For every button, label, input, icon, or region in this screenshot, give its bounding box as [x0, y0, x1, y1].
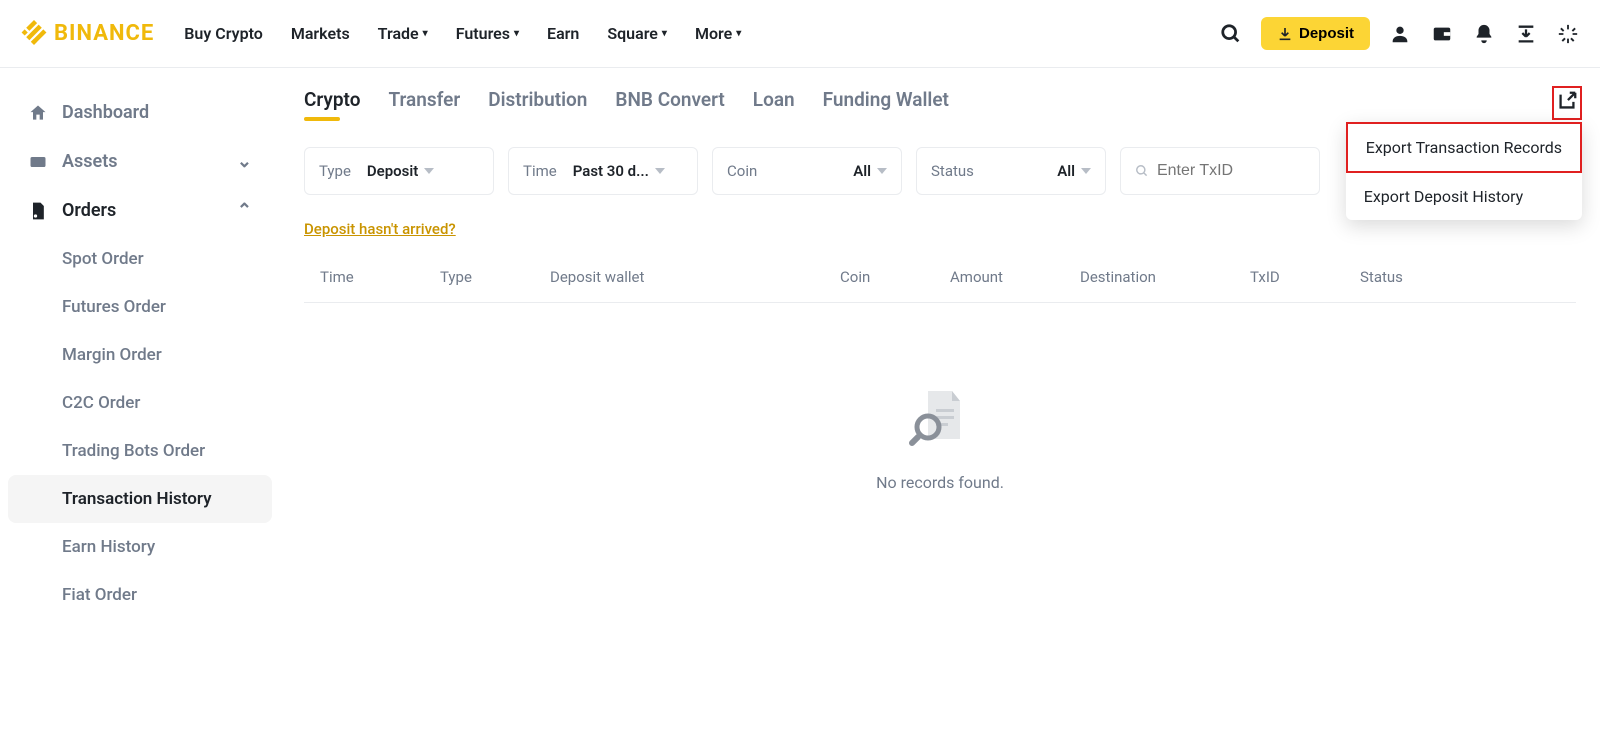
tab-crypto[interactable]: Crypto [304, 88, 360, 119]
col-time: Time [320, 268, 440, 286]
tab-distribution[interactable]: Distribution [488, 88, 587, 119]
sidebar-sub-spot[interactable]: Spot Order [0, 235, 280, 283]
nav-trade[interactable]: Trade▾ [378, 24, 428, 43]
top-header: BINANCE Buy Crypto Markets Trade▾ Future… [0, 0, 1600, 68]
brand-logo[interactable]: BINANCE [20, 20, 154, 48]
empty-state: No records found. [304, 303, 1576, 572]
card-icon [28, 152, 48, 172]
sidebar-sub-earn[interactable]: Earn History [0, 523, 280, 571]
home-icon [28, 103, 48, 123]
nav-buy-crypto[interactable]: Buy Crypto [184, 24, 263, 43]
download-icon [1277, 26, 1293, 42]
col-status: Status [1360, 268, 1440, 286]
tab-loan[interactable]: Loan [753, 88, 795, 119]
nav-more[interactable]: More▾ [695, 24, 741, 43]
caret-down-icon [1081, 168, 1091, 174]
sidebar-sub-c2c[interactable]: C2C Order [0, 379, 280, 427]
export-deposit-history[interactable]: Export Deposit History [1346, 173, 1582, 220]
chevron-up-icon: ⌃ [237, 200, 252, 221]
chevron-down-icon: ▾ [736, 28, 741, 39]
col-dest: Destination [1080, 268, 1250, 286]
caret-down-icon [424, 168, 434, 174]
sidebar: Dashboard Assets ⌄ Orders ⌃ Spot Order F… [0, 68, 280, 639]
table-header: Time Type Deposit wallet Coin Amount Des… [304, 238, 1576, 303]
filter-time[interactable]: Time Past 30 d... [508, 147, 698, 195]
search-icon [1135, 163, 1149, 179]
chevron-down-icon: ▾ [662, 28, 667, 39]
sidebar-sub-bots[interactable]: Trading Bots Order [0, 427, 280, 475]
sidebar-item-assets[interactable]: Assets ⌄ [0, 137, 280, 186]
sidebar-sub-margin[interactable]: Margin Order [0, 331, 280, 379]
deposit-not-arrived-link[interactable]: Deposit hasn't arrived? [304, 220, 456, 238]
chevron-down-icon: ▾ [514, 28, 519, 39]
sidebar-item-orders[interactable]: Orders ⌃ [0, 186, 280, 235]
col-wallet: Deposit wallet [550, 268, 840, 286]
caret-down-icon [655, 168, 665, 174]
filter-type[interactable]: Type Deposit [304, 147, 494, 195]
binance-logo-icon [20, 20, 48, 48]
caret-down-icon [877, 168, 887, 174]
col-txid: TxID [1250, 268, 1360, 286]
sidebar-sub-futures[interactable]: Futures Order [0, 283, 280, 331]
download-history-icon[interactable] [1514, 22, 1538, 46]
wallet-icon[interactable] [1430, 22, 1454, 46]
txid-input[interactable] [1157, 162, 1305, 180]
bell-icon[interactable] [1472, 22, 1496, 46]
header-actions: Deposit [1219, 17, 1580, 50]
nav-earn[interactable]: Earn [547, 24, 579, 43]
tab-transfer[interactable]: Transfer [388, 88, 460, 119]
sidebar-sub-transaction-history[interactable]: Transaction History [8, 475, 272, 523]
export-icon[interactable] [1552, 86, 1582, 120]
nav-futures[interactable]: Futures▾ [456, 24, 519, 43]
document-icon [28, 201, 48, 221]
main-nav: Buy Crypto Markets Trade▾ Futures▾ Earn … [184, 24, 741, 43]
txid-search[interactable] [1120, 147, 1320, 195]
filter-status[interactable]: Status All [916, 147, 1106, 195]
deposit-button[interactable]: Deposit [1261, 17, 1370, 50]
sidebar-sub-fiat[interactable]: Fiat Order [0, 571, 280, 619]
export-menu: Export Transaction Records Export Deposi… [1346, 122, 1582, 220]
brand-name: BINANCE [54, 21, 154, 46]
export-transaction-records[interactable]: Export Transaction Records [1346, 122, 1582, 173]
nav-markets[interactable]: Markets [291, 24, 350, 43]
sidebar-item-dashboard[interactable]: Dashboard [0, 88, 280, 137]
empty-document-icon [904, 383, 976, 455]
main-content: Crypto Transfer Distribution BNB Convert… [280, 68, 1600, 639]
tab-funding-wallet[interactable]: Funding Wallet [823, 88, 949, 119]
nav-square[interactable]: Square▾ [607, 24, 667, 43]
col-amount: Amount [950, 268, 1080, 286]
chevron-down-icon: ▾ [423, 28, 428, 39]
filter-coin[interactable]: Coin All [712, 147, 902, 195]
col-coin: Coin [840, 268, 950, 286]
content-tabs: Crypto Transfer Distribution BNB Convert… [304, 88, 1576, 119]
empty-text: No records found. [876, 473, 1004, 492]
globe-icon[interactable] [1556, 22, 1580, 46]
chevron-down-icon: ⌄ [237, 151, 252, 172]
tab-bnb-convert[interactable]: BNB Convert [615, 88, 724, 119]
search-icon[interactable] [1219, 22, 1243, 46]
col-type: Type [440, 268, 550, 286]
user-icon[interactable] [1388, 22, 1412, 46]
